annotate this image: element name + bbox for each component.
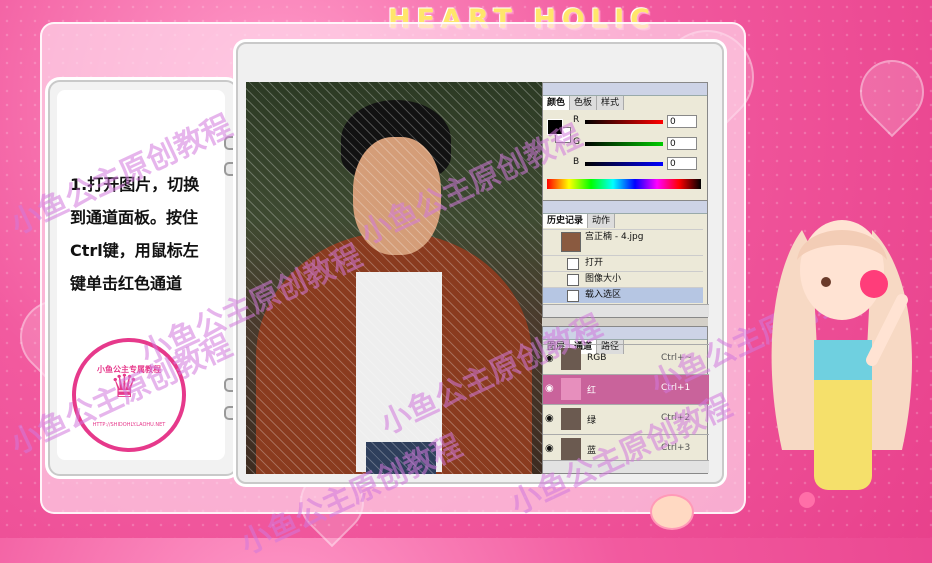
green-value-field[interactable]: 0 xyxy=(667,137,697,150)
blue-label: B xyxy=(573,157,580,167)
history-item[interactable]: 载入选区 xyxy=(543,287,703,303)
channel-thumbnail xyxy=(561,408,581,430)
palette-titlebar[interactable] xyxy=(543,83,707,96)
history-item-label: 打开 xyxy=(585,258,604,268)
red-slider-row: R 0 xyxy=(573,115,707,129)
palette-titlebar[interactable] xyxy=(543,201,707,214)
history-state-icon xyxy=(567,290,579,302)
history-snapshot[interactable]: 宫正楠 - 4.jpg xyxy=(543,229,703,254)
snapshot-label: 宫正楠 - 4.jpg xyxy=(585,232,644,242)
tab-styles[interactable]: 样式 xyxy=(597,96,625,110)
history-palette: 历史记录 动作 宫正楠 - 4.jpg 打开 图像大小 载入选区 xyxy=(542,200,709,318)
channel-name: 绿 xyxy=(587,416,597,426)
history-item[interactable]: 图像大小 xyxy=(543,271,703,287)
history-palette-tabs: 历史记录 动作 xyxy=(543,214,707,228)
blue-slider-row: B 0 xyxy=(573,157,707,171)
history-item[interactable]: 打开 xyxy=(543,255,703,271)
eye-icon[interactable]: ◉ xyxy=(545,383,557,395)
history-state-icon xyxy=(567,274,579,286)
snapshot-thumbnail xyxy=(561,232,581,252)
history-item-label: 图像大小 xyxy=(585,274,622,284)
channel-thumbnail xyxy=(561,378,581,400)
mascot-decoration xyxy=(650,494,694,530)
blue-value-field[interactable]: 0 xyxy=(667,157,697,170)
channel-name: RGB xyxy=(587,353,607,363)
green-slider[interactable] xyxy=(585,142,663,146)
red-slider[interactable] xyxy=(585,120,663,124)
color-spectrum-bar[interactable] xyxy=(547,179,701,189)
eye-icon[interactable]: ◉ xyxy=(545,443,557,455)
red-value-field[interactable]: 0 xyxy=(667,115,697,128)
anime-girl-illustration xyxy=(771,220,912,508)
eye-icon[interactable]: ◉ xyxy=(545,413,557,425)
history-item-label: 载入选区 xyxy=(585,290,622,300)
tab-color[interactable]: 颜色 xyxy=(543,96,571,110)
history-state-icon xyxy=(567,258,579,270)
green-slider-row: G 0 xyxy=(573,137,707,151)
blue-slider[interactable] xyxy=(585,162,663,166)
step-line: Ctrl键，用鼠标左 xyxy=(70,241,199,260)
channel-name: 红 xyxy=(587,386,597,396)
tab-actions[interactable]: 动作 xyxy=(588,214,616,228)
tab-history[interactable]: 历史记录 xyxy=(543,214,589,228)
tab-swatches[interactable]: 色板 xyxy=(570,96,598,110)
heart-decoration xyxy=(846,46,932,138)
color-palette-tabs: 颜色 色板 样式 xyxy=(543,96,707,110)
step-line: 键单击红色通道 xyxy=(70,274,183,293)
